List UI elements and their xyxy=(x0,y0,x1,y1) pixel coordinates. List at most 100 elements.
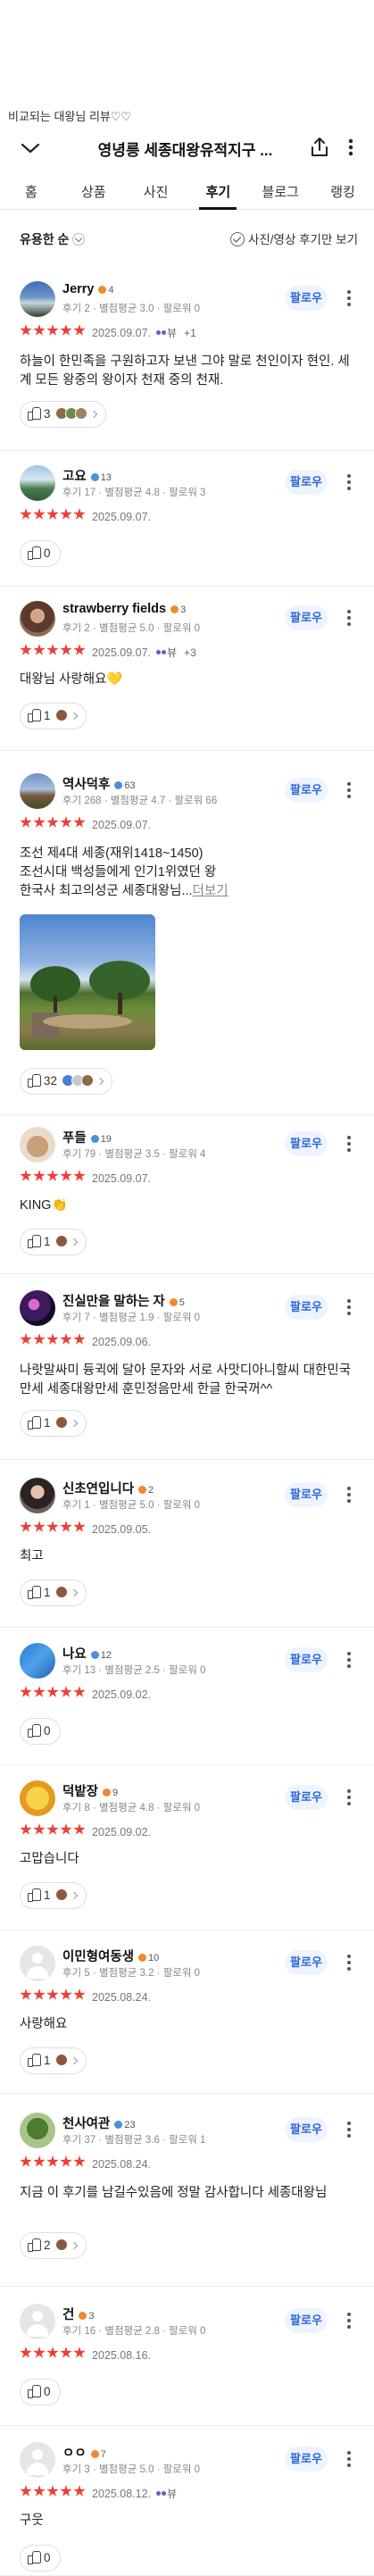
chevron-down-icon[interactable] xyxy=(20,139,41,157)
more-vertical-icon[interactable] xyxy=(342,136,360,159)
more-vertical-icon[interactable] xyxy=(340,1953,358,1972)
more-vertical-icon[interactable] xyxy=(340,2311,358,2330)
sort-dropdown[interactable]: 유용한 순 xyxy=(20,230,86,248)
more-vertical-icon[interactable] xyxy=(340,780,358,800)
reviewer-name[interactable]: strawberry fields 3 xyxy=(62,602,186,616)
follow-button[interactable]: 팔로우 xyxy=(285,1482,328,1507)
reviewer-name[interactable]: 이민형여동생 10 xyxy=(62,1947,159,1965)
share-icon[interactable] xyxy=(308,136,331,159)
reviewer-name[interactable]: 신초연입니다 2 xyxy=(62,1479,154,1497)
avatar[interactable] xyxy=(20,2113,55,2148)
review-text-content: 구웃 xyxy=(20,2513,44,2528)
follow-button[interactable]: 팔로우 xyxy=(285,2447,328,2472)
reviewer-name[interactable]: 푸들 19 xyxy=(62,1128,112,1146)
follow-button[interactable]: 팔로우 xyxy=(285,1295,328,1320)
more-vertical-icon[interactable] xyxy=(340,1297,358,1317)
review-text: 하늘이 한민족을 구원하고자 보낸 그야 말로 천인이자 현인. 세계 모든 왕… xyxy=(20,353,354,390)
more-vertical-icon[interactable] xyxy=(340,608,358,628)
photo-only-filter[interactable]: 사진/영상 후기만 보기 xyxy=(229,229,358,247)
rating-line: 2025.09.02. xyxy=(20,1823,151,1838)
companion-label: 뷰 xyxy=(167,2488,178,2500)
reaction-button[interactable]: 3 xyxy=(20,401,106,428)
reviewer-name[interactable]: 건3 xyxy=(62,2305,94,2323)
reviewer-name[interactable]: 진실만을 말하는 자 5 xyxy=(62,1291,185,1310)
divider xyxy=(0,1459,374,1460)
rating-stars xyxy=(20,1333,87,1350)
reaction-button[interactable]: 1 xyxy=(20,1882,87,1909)
reviewer-name[interactable]: 역사덕후 63 xyxy=(62,774,136,793)
star-icon xyxy=(60,1333,72,1345)
review-date: 2025.08.24. xyxy=(92,2157,152,2171)
avatar[interactable] xyxy=(20,773,55,809)
review-item: 나요 12 후기 13 · 별점평균 2.5 · 팔로워 0 팔로우 2025.09.0… xyxy=(0,1643,374,1765)
avatar[interactable] xyxy=(20,1946,55,1981)
tab-1[interactable]: 상품 xyxy=(62,172,125,209)
review-text: 나랏말싸미 듕귁에 달아 문자와 서로 사맛디아니할씨 대한민국만세 세종대왕만… xyxy=(20,1362,354,1399)
reaction-button[interactable]: 0 xyxy=(20,2379,61,2405)
more-vertical-icon[interactable] xyxy=(340,2449,358,2469)
follow-button[interactable]: 팔로우 xyxy=(285,605,328,630)
avatar[interactable] xyxy=(20,1127,55,1163)
reviewer-name[interactable]: Jerry 4 xyxy=(62,282,114,296)
reviewer-name[interactable]: 고요 13 xyxy=(62,466,112,485)
follow-button[interactable]: 팔로우 xyxy=(285,470,328,495)
reviewer-stats: 후기 5 · 별점평균 3.2 · 팔로워 0 xyxy=(62,1968,201,1979)
reviewer-name[interactable]: 나요 12 xyxy=(62,1644,112,1663)
follow-button[interactable]: 팔로우 xyxy=(285,286,328,311)
more-vertical-icon[interactable] xyxy=(340,472,358,492)
reaction-button[interactable]: 1 xyxy=(20,703,87,729)
avatar[interactable] xyxy=(20,601,55,637)
review-photo[interactable] xyxy=(20,914,155,1050)
more-vertical-icon[interactable] xyxy=(340,288,358,308)
level-badge: 12 xyxy=(90,1650,112,1661)
reviewer-name[interactable]: ㅇㅇ 7 xyxy=(62,2443,106,2462)
review-item: 진실만을 말하는 자 5 후기 7 · 별점평균 1.9 · 팔로워 0 팔로우 202… xyxy=(0,1290,374,1460)
reaction-button[interactable]: 0 xyxy=(20,540,61,567)
review-item: 신초연입니다 2 후기 1 · 별점평균 5.0 · 팔로워 0 팔로우 2025.09… xyxy=(0,1478,374,1628)
follow-button[interactable]: 팔로우 xyxy=(285,778,328,803)
reaction-count: 32 xyxy=(44,1074,58,1088)
follow-button[interactable]: 팔로우 xyxy=(285,1785,328,1810)
reaction-count: 1 xyxy=(44,1416,51,1430)
reaction-button[interactable]: 0 xyxy=(20,1718,61,1745)
reviewer-name[interactable]: 덕밭장 9 xyxy=(62,1781,118,1800)
avatar[interactable] xyxy=(20,2442,55,2478)
reaction-button[interactable]: 1 xyxy=(20,1229,87,1255)
reaction-button[interactable]: 1 xyxy=(20,1410,87,1437)
more-vertical-icon[interactable] xyxy=(340,1788,358,1807)
reviewer-name[interactable]: 천사여관 23 xyxy=(62,2113,136,2132)
follow-button[interactable]: 팔로우 xyxy=(285,2117,328,2142)
tab-2[interactable]: 사진 xyxy=(125,172,187,209)
reaction-button[interactable]: 0 xyxy=(20,2545,61,2572)
more-link[interactable]: 더보기 xyxy=(193,884,229,898)
tab-5[interactable]: 랭킹 xyxy=(312,172,374,209)
star-icon xyxy=(46,1333,59,1345)
level-icon xyxy=(114,781,123,789)
reactor-avatars xyxy=(54,1235,68,1248)
avatar[interactable] xyxy=(20,1290,55,1326)
tab-4[interactable]: 블로그 xyxy=(249,172,312,209)
more-vertical-icon[interactable] xyxy=(340,1650,358,1670)
follow-button[interactable]: 팔로우 xyxy=(285,1647,328,1672)
level-value: 12 xyxy=(100,1650,112,1661)
follow-button[interactable]: 팔로우 xyxy=(285,1131,328,1156)
more-vertical-icon[interactable] xyxy=(340,1485,358,1505)
more-vertical-icon[interactable] xyxy=(340,2120,358,2139)
tab-3[interactable]: 후기 xyxy=(187,172,249,210)
reviewer-name-text: Jerry xyxy=(62,282,95,296)
level-icon xyxy=(170,605,179,613)
more-vertical-icon[interactable] xyxy=(340,1134,358,1154)
avatar[interactable] xyxy=(20,1478,55,1513)
follow-button[interactable]: 팔로우 xyxy=(285,1950,328,1975)
avatar[interactable] xyxy=(20,1643,55,1679)
reaction-button[interactable]: 2 xyxy=(20,2232,87,2259)
avatar[interactable] xyxy=(20,281,55,317)
tab-0[interactable]: 홈 xyxy=(0,172,62,209)
follow-button[interactable]: 팔로우 xyxy=(285,2308,328,2333)
reaction-button[interactable]: 32 xyxy=(20,1068,113,1095)
avatar[interactable] xyxy=(20,2304,55,2339)
reaction-button[interactable]: 1 xyxy=(20,1580,87,1606)
avatar[interactable] xyxy=(20,465,55,501)
reaction-button[interactable]: 1 xyxy=(20,2047,87,2074)
avatar[interactable] xyxy=(20,1780,55,1816)
